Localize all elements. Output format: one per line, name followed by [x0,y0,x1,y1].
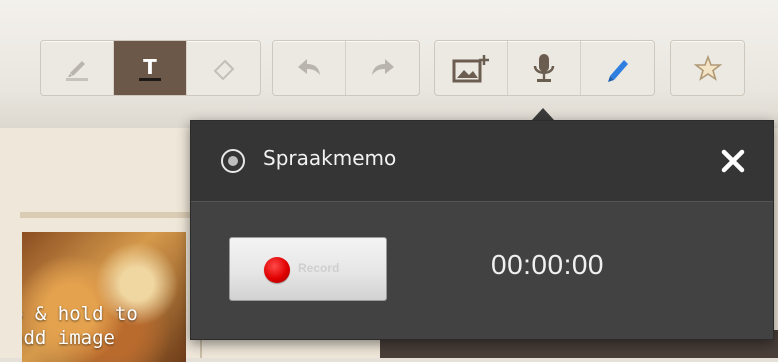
text-tool-button[interactable]: T [114,41,187,95]
record-circle-icon [221,149,245,173]
pencil-icon [607,60,628,82]
voice-memo-panel: Spraakmemo Record 00:00:00 [190,120,774,340]
undo-button[interactable] [273,41,346,95]
favorite-button[interactable] [671,41,744,95]
voice-memo-title: Spraakmemo [263,146,397,170]
redo-icon [371,59,394,75]
image-placeholder-caption: p & hold to add image [22,302,176,350]
redo-button[interactable] [346,41,419,95]
annotation-tool-group: T [40,40,261,96]
history-tool-group [272,40,420,96]
microphone-button[interactable] [508,41,581,95]
record-button[interactable]: Record [229,237,387,301]
add-image-icon [452,55,489,83]
record-dot-icon [264,257,290,283]
close-icon[interactable] [719,147,747,175]
toolbar: T [0,0,778,129]
highlighter-icon [66,61,88,81]
highlighter-button[interactable] [41,41,114,95]
text-icon: T [139,55,161,81]
add-image-button[interactable] [435,41,508,95]
eraser-button[interactable] [187,41,260,95]
favorite-tool-group [670,40,745,96]
star-icon [693,54,722,81]
media-tool-group [434,40,655,96]
microphone-icon [533,54,555,82]
image-placeholder-card[interactable]: p & hold to add image [22,232,186,362]
pencil-button[interactable] [581,41,654,95]
svg-text:T: T [143,55,157,79]
record-button-label: Record [298,261,340,275]
recording-timer: 00:00:00 [491,249,604,280]
caption-line-2: add image [22,327,115,349]
voice-memo-header: Spraakmemo [191,121,773,202]
caption-line-1: p & hold to [22,303,138,325]
popup-pointer [532,108,554,120]
eraser-icon [213,59,234,81]
undo-icon [298,59,320,75]
